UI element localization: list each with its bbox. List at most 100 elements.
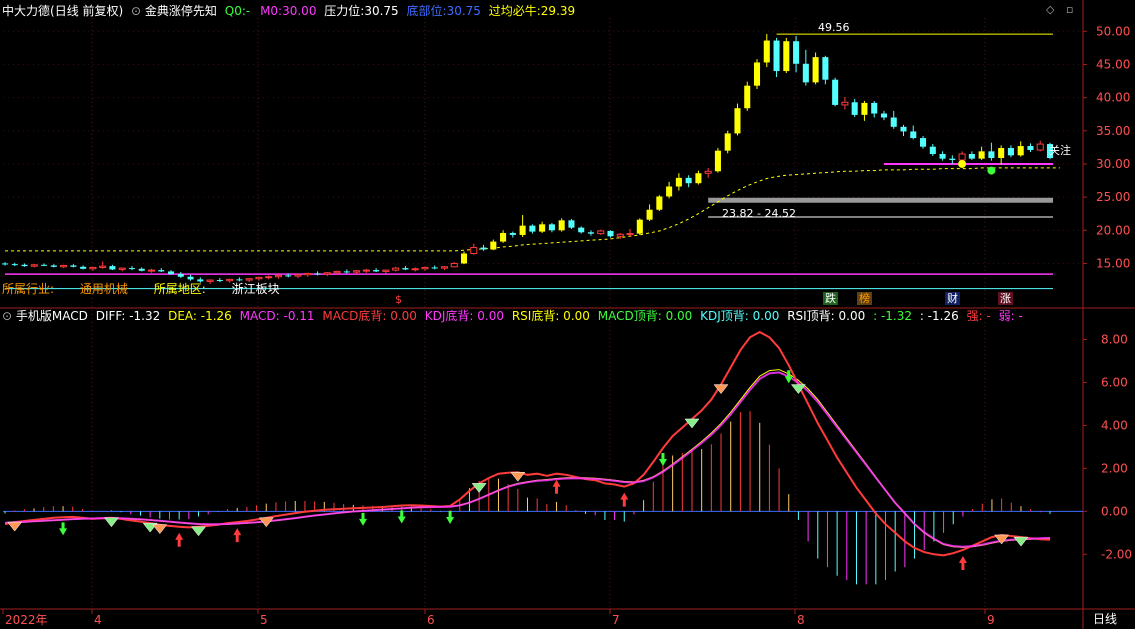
candle-body [274, 274, 282, 278]
signal-dot-green [987, 166, 996, 175]
signal-tag-rank[interactable]: 榜 [857, 292, 872, 305]
candle-body [773, 40, 780, 72]
candle-body [744, 85, 751, 109]
candle-body [490, 241, 497, 250]
time-tick-label: 9 [987, 613, 995, 627]
candle-body [587, 232, 595, 234]
candle-body [1027, 146, 1034, 151]
candle [783, 37, 790, 74]
candle-body [929, 146, 936, 154]
price-tick-label: 15.00 [1096, 256, 1130, 270]
candle-body [402, 268, 409, 270]
macd-name[interactable]: 手机版MACD [16, 309, 88, 323]
region-label: 所属地区: [153, 282, 206, 296]
candle [714, 148, 721, 173]
candle-body [763, 40, 770, 63]
candle-body [440, 266, 449, 269]
price-tick-label: 40.00 [1096, 91, 1130, 105]
candle-body [802, 63, 809, 83]
candle-body [578, 227, 585, 233]
price-header: 中大力德(日线 前复权) ⊙ 金典涨停先知 Q0:- M0:30.00 压力位:… [2, 3, 575, 19]
macd-tick-label: 4.00 [1101, 418, 1128, 432]
candle-body [353, 270, 361, 273]
candle-body [245, 278, 253, 281]
candle-body [128, 268, 135, 270]
range-label: 23.82 - 24.52 [722, 207, 796, 220]
candle-body [793, 41, 800, 64]
m0-label: M0: [260, 4, 283, 18]
candle-body [685, 177, 692, 184]
candle-body [607, 230, 614, 237]
extra2-value: : -1.26 [919, 309, 959, 323]
candle-body [675, 177, 682, 187]
candle-body [431, 267, 438, 269]
candle-body [89, 266, 97, 270]
industry-label: 所属行业: [2, 282, 55, 296]
time-tick-label: 8 [797, 613, 805, 627]
candle-body [109, 266, 116, 270]
candle-body [80, 266, 87, 269]
candle-body [783, 41, 790, 72]
candle-body [568, 220, 575, 228]
candle-body [861, 102, 868, 115]
candle-body [714, 150, 721, 172]
candle-body [41, 264, 48, 266]
candle-body [470, 247, 478, 255]
candle-body [597, 230, 605, 235]
candle-body [411, 268, 419, 271]
candle-body [1017, 146, 1024, 156]
candle-body [636, 219, 643, 234]
macd-toggle-icon[interactable]: ⊙ [2, 309, 12, 323]
period-button[interactable]: 日线 [1093, 611, 1117, 627]
candle-body [656, 196, 663, 210]
candle [734, 103, 741, 136]
candle-body [616, 233, 624, 237]
q0-value: - [245, 4, 251, 18]
candle-body [60, 264, 68, 268]
indicator-name[interactable]: 金典涨停先知 [145, 4, 217, 18]
candle-body [304, 272, 312, 276]
candle-body [988, 151, 995, 158]
indicator-toggle-icon[interactable]: ⊙ [131, 4, 141, 18]
macd-value: MACD: -0.11 [239, 309, 315, 323]
candle-body [920, 138, 927, 147]
candle-body [910, 131, 917, 139]
candle-body [822, 57, 829, 80]
price-tick-label: 35.00 [1096, 124, 1130, 138]
candle-body [626, 233, 634, 236]
signal-tag-rise[interactable]: 涨 [998, 292, 1013, 305]
diamond-icon[interactable]: ◇ [1046, 3, 1054, 16]
candle-body [500, 232, 507, 242]
candle-body [70, 265, 77, 267]
bottom-label: 底部位: [406, 4, 447, 18]
candle-body [450, 262, 458, 268]
candle-body [724, 133, 731, 151]
candle-body [294, 274, 302, 277]
candle-body [978, 151, 985, 159]
candle-body [871, 102, 878, 114]
diff-value: DIFF: -1.32 [95, 309, 161, 323]
macd-tick-label: 0.00 [1101, 504, 1128, 518]
candle-body [323, 272, 331, 275]
macd-bottom: MACD底背: 0.00 [322, 309, 417, 323]
signal-tag-fall[interactable]: 跌 [823, 292, 838, 305]
candle-body [548, 224, 555, 231]
candle-body [158, 270, 165, 272]
candle-body [1036, 143, 1044, 151]
candle-body [30, 264, 38, 267]
price-tick-label: 50.00 [1096, 24, 1130, 38]
signal-tag-finance[interactable]: 财 [945, 292, 960, 305]
candle-body [460, 253, 468, 264]
dea-value: DEA: -1.26 [168, 309, 232, 323]
candle-body [890, 117, 897, 127]
candle-body [949, 158, 956, 160]
kdj-bottom: KDJ底背: 0.00 [424, 309, 504, 323]
m0-value: 30.00 [282, 4, 317, 18]
candle-body [509, 232, 516, 235]
candle [753, 59, 761, 89]
price-tick-label: 25.00 [1096, 190, 1130, 204]
time-tick-label: 4 [94, 613, 102, 627]
rsi-bottom: RSI底背: 0.00 [511, 309, 590, 323]
scroll-up-icon[interactable]: ▫ [1066, 3, 1073, 16]
dollar-icon: $ [395, 293, 402, 306]
